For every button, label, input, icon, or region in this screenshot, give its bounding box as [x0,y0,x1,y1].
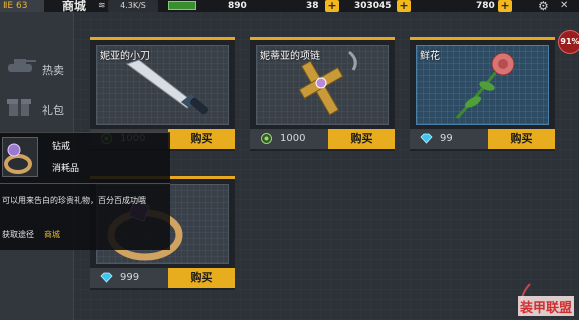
item-price: 999 [120,272,140,283]
tab-gift-pack-label: 礼包 [42,104,64,117]
card-stripe [250,37,395,40]
buy-button[interactable]: 购买 [168,129,235,149]
price-bar: 999 购买 [90,268,235,288]
gold-value: 303045 [354,1,392,11]
stamina-value: 890 [228,1,247,11]
card-stripe [410,37,555,40]
player-level: ⅡE 63 [0,0,44,12]
add-diamond-button[interactable]: + [498,0,512,12]
item-name: 鲜花 [420,51,440,62]
buy-button[interactable]: 购买 [488,129,555,149]
tooltip-item-name: 钻戒 [52,142,71,152]
ring-icon [2,137,38,177]
add-energy-button[interactable]: + [325,0,339,12]
add-gold-button[interactable]: + [397,0,411,12]
tooltip-source: 获取途径 商城 [2,229,60,240]
item-name: 妮蒂亚的项链 [260,51,320,62]
network-speed: 4.3K/S [108,0,158,12]
gift-icon [6,94,32,124]
tank-icon [6,54,36,82]
price-bar: 99 购买 [410,129,555,149]
tab-hot-sale-label: 热卖 [42,64,64,77]
progress-badge: 91% [558,30,579,54]
shop-item-card[interactable]: 妮蒂亚的项链 1000 购买 [250,37,395,151]
top-bar: ⅡE 63 商城 ≋ 4.3K/S 890 38 + 303045 + 780 … [0,0,579,13]
item-price: 99 [440,133,453,144]
divider [0,183,170,184]
price-bar: 1000 购买 [250,129,395,149]
battery-icon [168,1,196,10]
energy-value: 38 [306,1,319,11]
diamond-value: 780 [476,1,495,11]
tab-hot-sale[interactable]: 热卖 [0,50,74,88]
tab-gift-pack[interactable]: 礼包 [0,90,74,128]
wifi-icon: ≋ [98,1,106,11]
item-name: 妮亚的小刀 [100,51,150,62]
item-price: 1000 [280,133,306,144]
tooltip-category: 消耗品 [52,164,80,174]
shop-item-card[interactable]: 鲜花 99 购买 [410,37,555,151]
source-value: 商城 [44,230,60,239]
close-button[interactable]: ✕ [560,0,568,12]
source-label: 获取途径 [2,230,34,239]
card-stripe [90,37,235,40]
buy-button[interactable]: 购买 [168,268,235,288]
svg-text:装甲联盟: 装甲联盟 [519,300,572,316]
game-logo: 装甲联盟 [512,278,576,318]
item-tooltip: 钻戒 消耗品 可以用来告白的珍贵礼物，百分百成功哦 获取途径 商城 [0,132,170,250]
gear-icon[interactable]: ⚙ [538,0,549,13]
buy-button[interactable]: 购买 [328,129,395,149]
tooltip-description: 可以用来告白的珍贵礼物，百分百成功哦 [2,196,146,205]
